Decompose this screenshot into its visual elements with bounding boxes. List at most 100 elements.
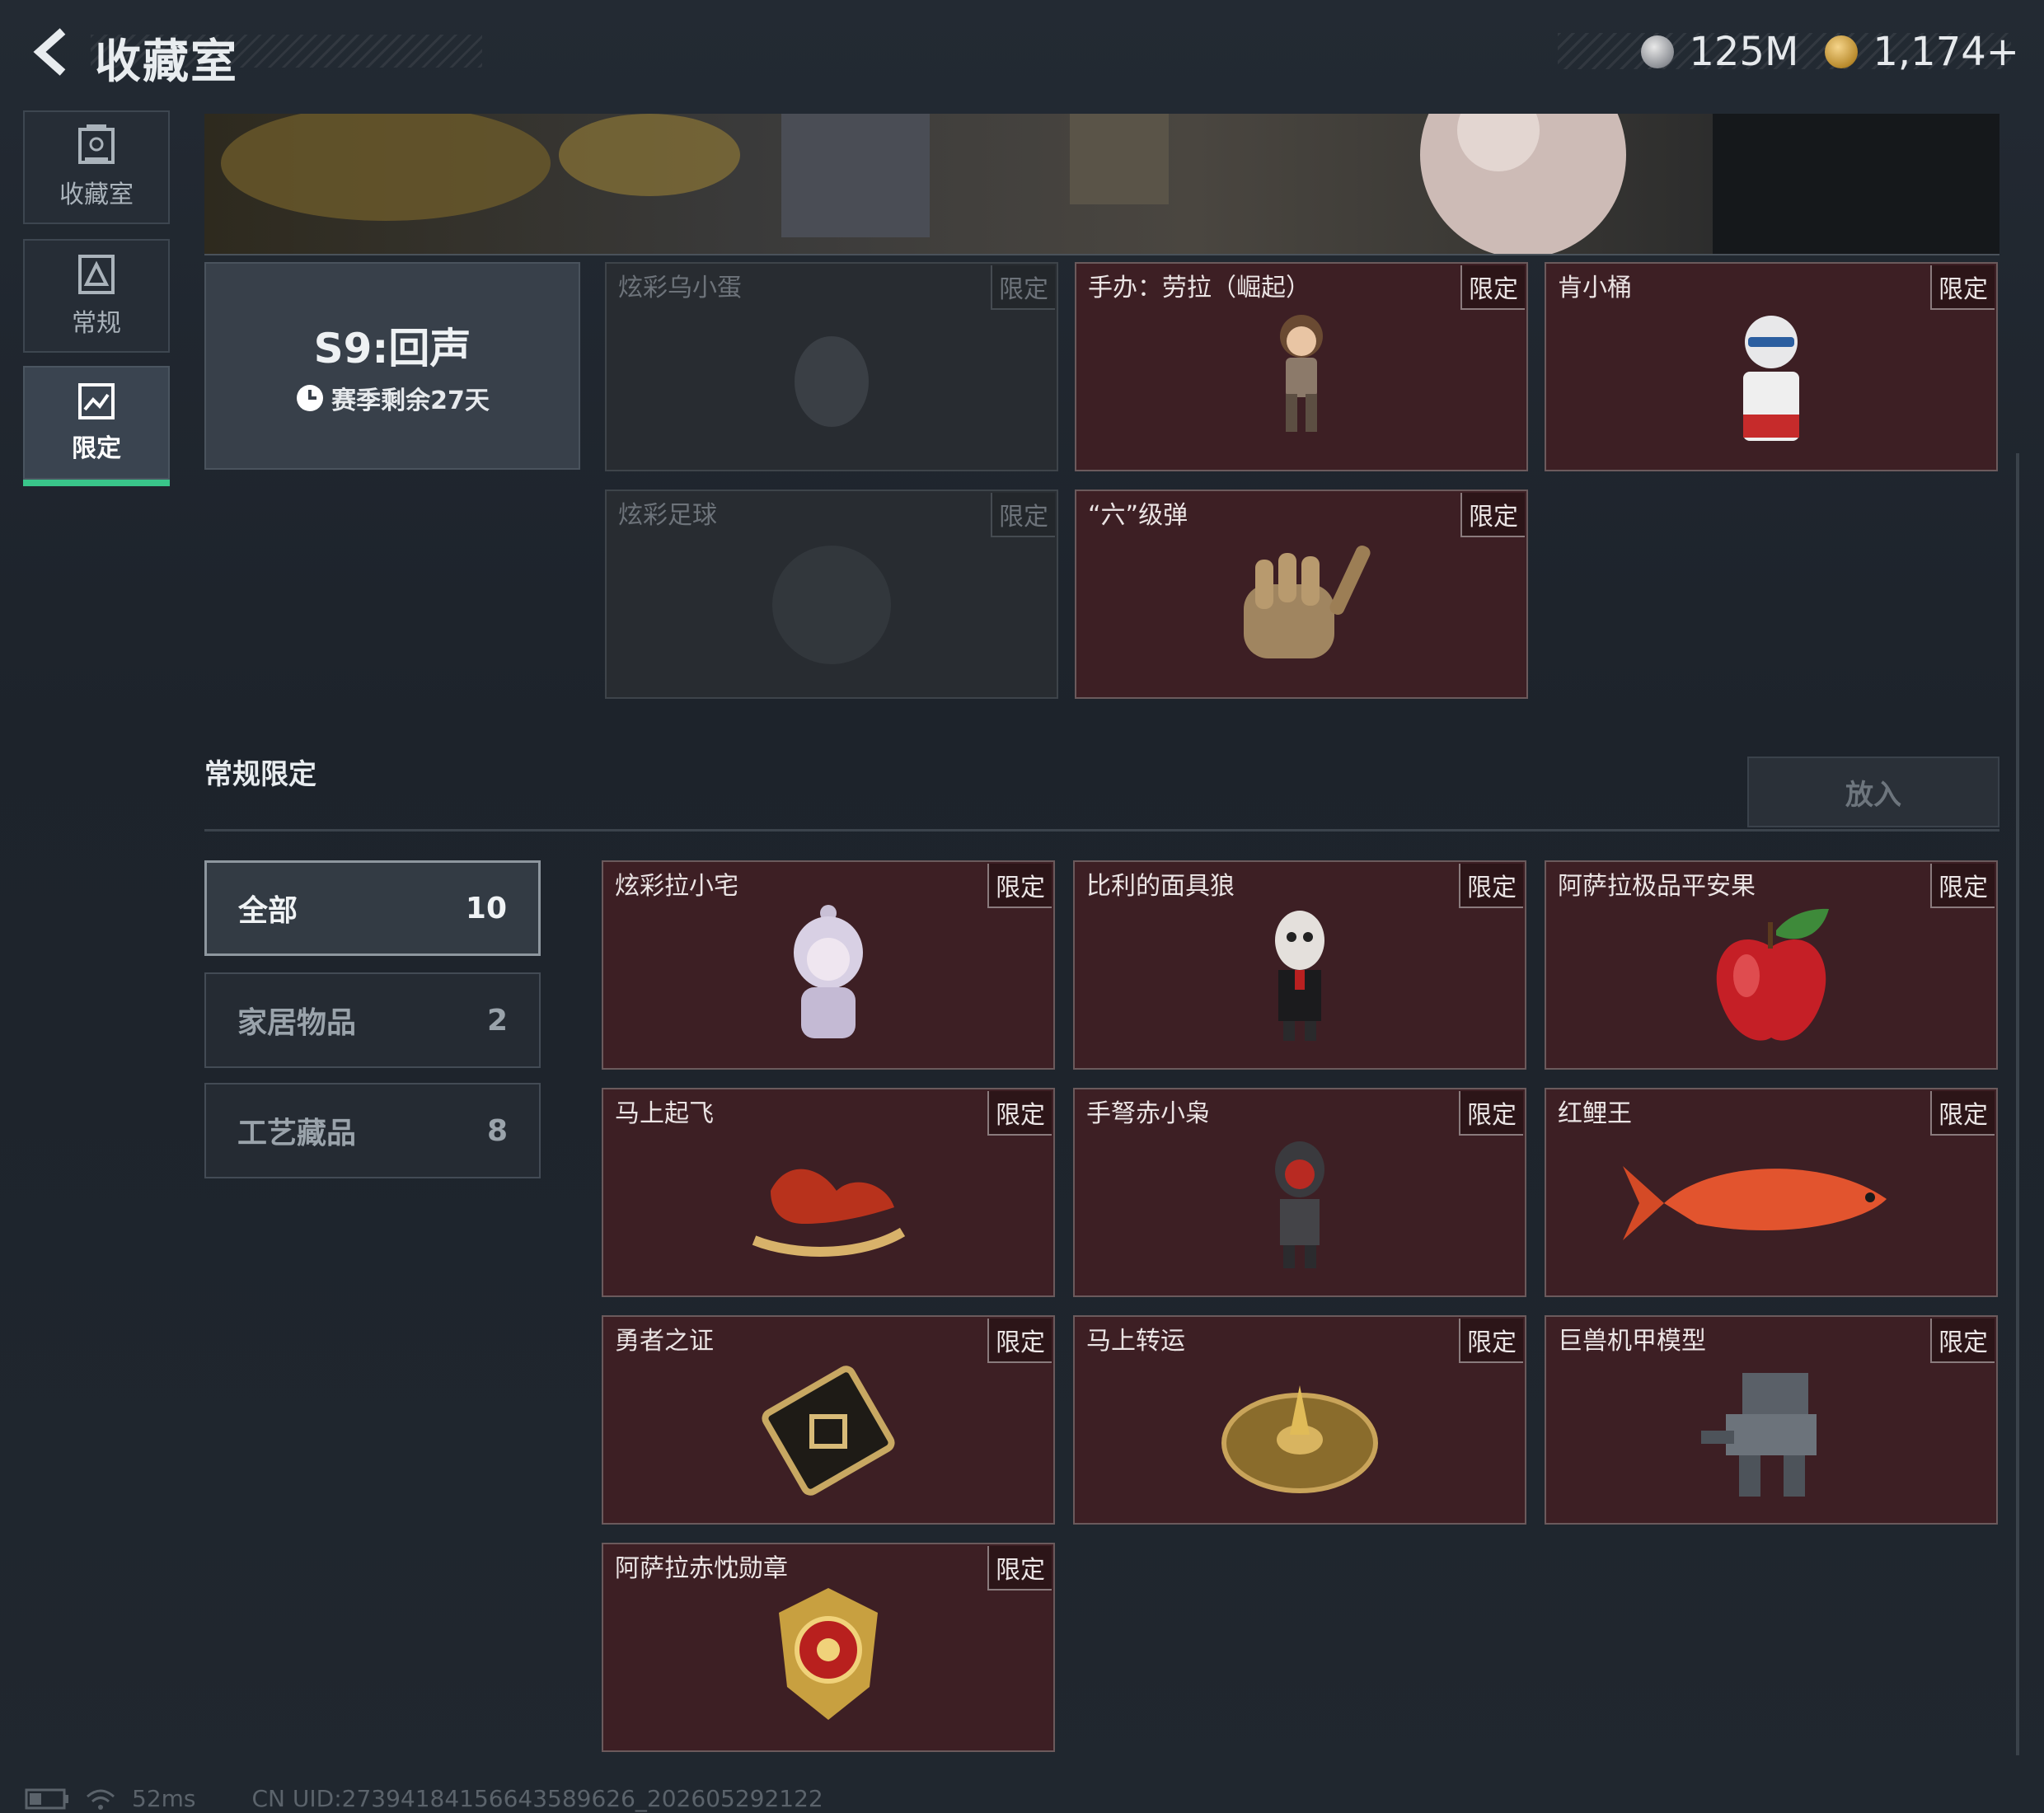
put-in-button[interactable]: 放入 [1747,757,1999,827]
status-bar: 52ms CN UID:273941841566435896​26_202605… [25,1785,823,1812]
limited-tag: 限定 [1459,864,1523,908]
filter-label: 家居物品 [237,1006,357,1040]
filter-label: 工艺藏品 [237,1117,357,1150]
item-card[interactable]: 手弩赤小枭 限定 [1073,1088,1526,1297]
hand-gesture-icon [1244,545,1371,658]
filter-count: 8 [486,1113,508,1148]
item-card[interactable]: 炫彩拉小宅 限定 [602,860,1055,1070]
medal-icon [779,1587,878,1720]
back-button[interactable] [23,23,81,81]
limited-gallery-icon [78,383,115,419]
limited-tag: 限定 [987,1546,1052,1590]
limited-tag: 限定 [1930,265,1995,310]
hooded-figure-icon [794,904,863,1038]
sidebar-item-label: 常规 [72,309,121,338]
crossbow-figure-icon [1275,1141,1324,1268]
limited-tag: 限定 [991,265,1055,310]
limited-tag: 限定 [987,864,1052,908]
item-card[interactable]: 阿萨拉赤忱勋章 限定 [602,1543,1055,1752]
item-card[interactable]: 巨兽机甲模型 限定 [1545,1315,1998,1525]
sidebar-item-regular[interactable]: 常规 [23,239,170,353]
battery-icon [25,1788,68,1809]
item-card[interactable]: 勇者之证 限定 [602,1315,1055,1525]
item-card[interactable]: 马上转运 限定 [1073,1315,1526,1525]
filter-crafts[interactable]: 工艺藏品 8 [204,1083,541,1178]
uid-text: CN UID:273941841566435896​26_20260529212… [251,1785,823,1812]
filter-all[interactable]: 全部 10 [204,860,541,956]
item-name: 阿萨拉极品平安果 [1558,872,1756,901]
picture-frame-icon [78,255,115,294]
season-remaining-text: 赛季剩余27天 [331,386,490,415]
limited-tag: 限定 [1930,1319,1995,1363]
limited-tag: 限定 [991,493,1055,537]
page-title: 收藏室 [95,35,238,89]
sidebar-item-collection[interactable]: 收藏室 [23,110,170,224]
currency-b-value: 1,174+ [1873,29,2019,75]
bucket-figure-icon [1743,315,1799,441]
trophy-case-icon [78,124,115,164]
wifi-icon [87,1789,115,1810]
apple-icon [1716,908,1829,1041]
puppet-figure-icon [1275,910,1324,1041]
item-name: “六”级弹 [1088,501,1188,530]
sidebar-item-limited[interactable]: 限定 [23,366,170,486]
season-item-card[interactable]: “六”级弹 限定 [1075,490,1528,699]
limited-tag: 限定 [987,1091,1052,1136]
item-name: 阿萨拉赤忱勋章 [615,1554,788,1583]
filter-count: 10 [465,891,507,925]
section-title: 常规限定 [204,758,316,791]
currency-bar: 125M 1,174+ [1641,23,2019,81]
lara-figure-icon [1280,314,1323,432]
item-name: 肯小桶 [1558,274,1632,302]
back-arrow-icon [33,28,66,76]
item-name: 红鲤王 [1558,1099,1632,1128]
item-name: 炫彩拉小宅 [615,872,738,901]
limited-tag: 限定 [1930,864,1995,908]
item-name: 比利的面具狼 [1086,872,1235,901]
item-name: 炫彩乌小蛋 [618,274,742,302]
season-banner-image [204,114,1999,255]
item-card[interactable]: 马上起飞 限定 [602,1088,1055,1297]
item-card[interactable]: 阿萨拉极品平安果 限定 [1545,860,1998,1070]
filter-label: 全部 [238,894,298,928]
limited-tag: 限定 [1459,1319,1523,1363]
football-icon [772,545,891,664]
rocking-horse-icon [752,1169,906,1257]
limited-tag: 限定 [1930,1091,1995,1136]
limited-tag: 限定 [987,1319,1052,1363]
season-item-card[interactable]: 炫彩乌小蛋 限定 [605,262,1058,471]
filter-home-items[interactable]: 家居物品 2 [204,972,541,1068]
season-item-card[interactable]: 肯小桶 限定 [1545,262,1998,471]
item-name: 勇者之证 [615,1327,714,1356]
fortune-wheel-icon [1221,1384,1378,1493]
scrollbar[interactable] [2016,453,2019,1755]
item-card[interactable]: 比利的面具狼 限定 [1073,860,1526,1070]
limited-tag: 限定 [1460,493,1525,537]
gold-coin-icon [1825,35,1859,68]
item-name: 马上转运 [1086,1327,1185,1356]
ping-text: 52ms [132,1785,196,1812]
egg-figure-icon [795,335,869,427]
silver-coin-icon [1641,35,1675,68]
item-name: 炫彩足球 [618,501,717,530]
season-remaining: 赛季剩余27天 [295,380,490,416]
limited-tag: 限定 [1460,265,1525,310]
item-name: 马上起飞 [615,1099,714,1128]
season-title: S9:回声 [313,325,471,372]
limited-tag: 限定 [1459,1091,1523,1136]
section-divider [204,829,1999,832]
item-name: 手弩赤小枭 [1086,1099,1210,1128]
filter-count: 2 [486,1003,508,1038]
sidebar-item-label: 限定 [72,434,121,463]
mech-model-icon [1701,1372,1817,1497]
clock-icon [297,385,324,411]
koi-fish-icon [1623,1165,1887,1240]
active-indicator [23,480,170,486]
currency-a-value: 125M [1689,29,1799,75]
season-card: S9:回声 赛季剩余27天 [204,262,580,470]
badge-plaque-icon [762,1365,895,1496]
season-item-card[interactable]: 手办：劳拉（崛起） 限定 [1075,262,1528,471]
season-item-card[interactable]: 炫彩足球 限定 [605,490,1058,699]
item-card[interactable]: 红鲤王 限定 [1545,1088,1998,1297]
item-name: 手办：劳拉（崛起） [1088,274,1310,302]
